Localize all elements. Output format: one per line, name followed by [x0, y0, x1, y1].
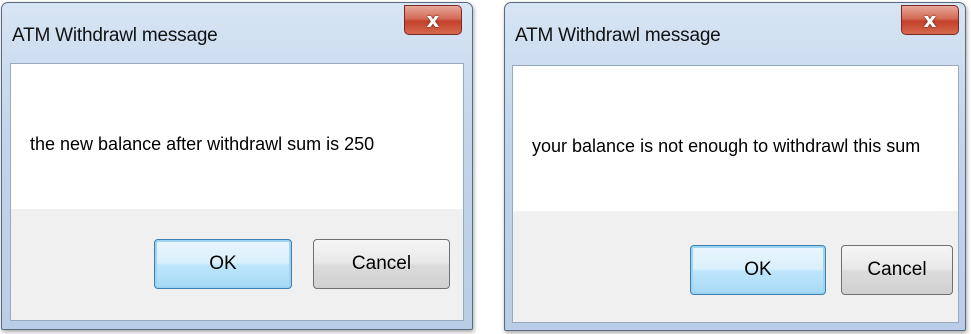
close-button[interactable]: x: [404, 5, 462, 35]
dialog-message: your balance is not enough to withdrawl …: [532, 136, 921, 156]
ok-button[interactable]: OK: [154, 239, 292, 289]
ok-button[interactable]: OK: [690, 245, 826, 295]
cancel-button[interactable]: Cancel: [841, 245, 953, 295]
close-icon: x: [923, 8, 937, 32]
close-button[interactable]: x: [901, 5, 959, 35]
dialog-titlebar[interactable]: ATM Withdrawl message x: [505, 3, 965, 59]
withdrawal-success-dialog: ATM Withdrawl message x the new balance …: [1, 2, 473, 330]
dialog-title: ATM Withdrawl message: [12, 25, 218, 46]
dialog-title: ATM Withdrawl message: [515, 25, 721, 46]
dialog-message: the new balance after withdrawl sum is 2…: [30, 134, 375, 154]
close-icon: x: [426, 8, 440, 32]
insufficient-balance-dialog: ATM Withdrawl message x your balance is …: [504, 2, 966, 331]
dialog-body: your balance is not enough to withdrawl …: [512, 65, 959, 323]
message-area: your balance is not enough to withdrawl …: [513, 66, 958, 211]
dialog-titlebar[interactable]: ATM Withdrawl message x: [2, 3, 472, 59]
cancel-button[interactable]: Cancel: [313, 239, 450, 289]
message-area: the new balance after withdrawl sum is 2…: [11, 64, 463, 209]
dialog-body: the new balance after withdrawl sum is 2…: [10, 63, 464, 321]
